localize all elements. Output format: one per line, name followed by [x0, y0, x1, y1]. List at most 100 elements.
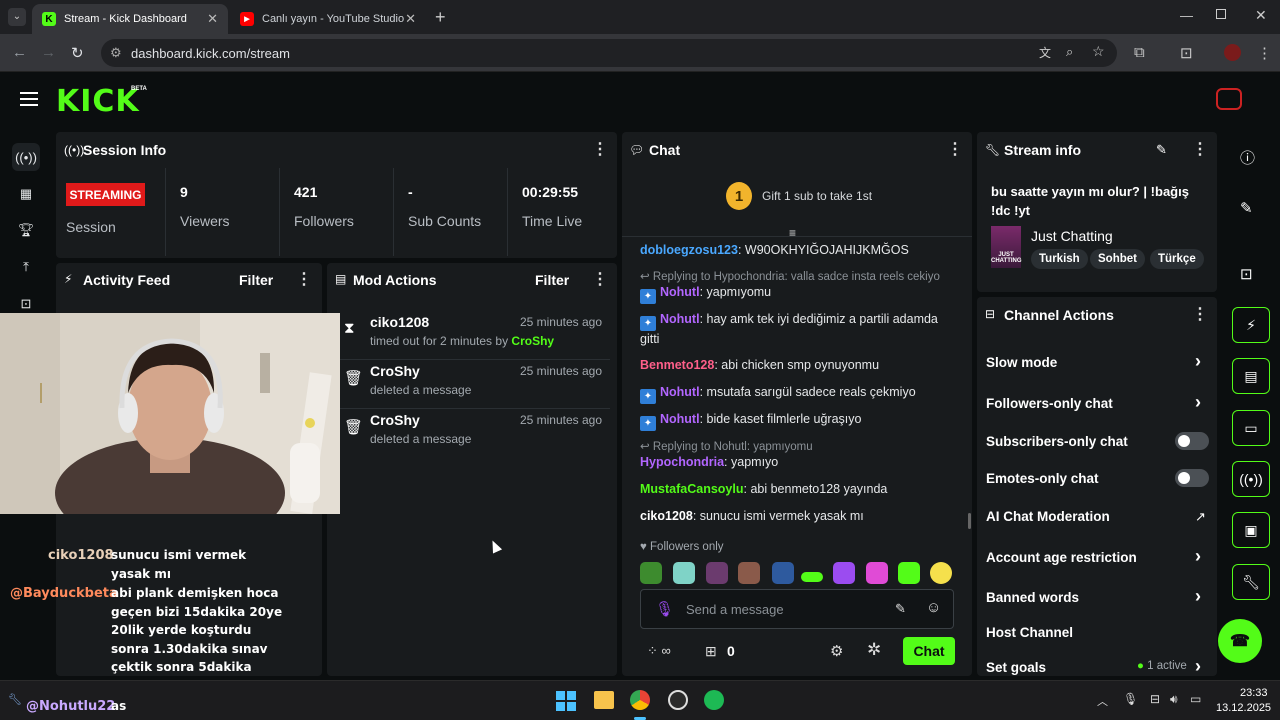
tab-kick-dashboard[interactable]: K Stream - Kick Dashboard ✕: [32, 4, 228, 34]
microphone-icon[interactable]: 🎙︎: [655, 600, 674, 618]
windows-start-icon[interactable]: [556, 691, 576, 711]
quick-action-video-icon[interactable]: ▣: [1232, 512, 1270, 548]
address-bar[interactable]: ⚙ dashboard.kick.com/stream 文 ⌕ ☆: [101, 39, 1117, 67]
kick-logo[interactable]: KICK: [56, 84, 140, 119]
gift-sub-banner[interactable]: 1 Gift 1 sub to take 1st: [726, 182, 872, 210]
slow-mode-action[interactable]: Slow mode: [986, 355, 1057, 370]
points-icon[interactable]: ⊞: [705, 643, 717, 660]
emote-face[interactable]: [673, 562, 695, 584]
mod-filter-button[interactable]: Filter: [535, 272, 569, 288]
mod-action-row[interactable]: 🗑︎ CroShy 25 minutes ago deleted a messa…: [340, 361, 610, 409]
minimize-icon[interactable]: —: [1180, 8, 1193, 23]
chat-message[interactable]: ciko1208: sunucu ismi vermek yasak mı: [640, 508, 960, 525]
chat-message[interactable]: ✦ Nohutl: bide kaset filmlerle uğraşıyo: [640, 411, 960, 431]
close-icon[interactable]: ✕: [405, 11, 416, 27]
stream-info-more-icon[interactable]: ⋮: [1192, 142, 1208, 158]
tab-youtube-studio[interactable]: ▶ Canlı yayın - YouTube Studio ✕: [230, 4, 426, 34]
emote-bars[interactable]: [801, 572, 823, 582]
chat-send-button[interactable]: Chat: [903, 637, 955, 665]
chevron-right-icon[interactable]: ›: [1195, 392, 1201, 413]
emote-man[interactable]: [738, 562, 760, 584]
translate-icon[interactable]: ✎: [895, 601, 906, 617]
profile-avatar[interactable]: [1224, 44, 1241, 61]
chat-message[interactable]: Hypochondria: yapmıyo: [640, 454, 960, 471]
emote-smile[interactable]: [930, 562, 952, 584]
category-name[interactable]: Just Chatting: [1031, 228, 1113, 244]
ai-moderation-action[interactable]: AI Chat Moderation: [986, 509, 1110, 524]
tab-search-button[interactable]: ⌄: [8, 8, 26, 26]
chevron-right-icon[interactable]: ›: [1195, 586, 1201, 607]
quick-action-document-icon[interactable]: ▤: [1232, 358, 1270, 394]
mic-tray-icon[interactable]: 🎙︎: [1123, 692, 1138, 706]
clock-time[interactable]: 23:33: [1240, 687, 1268, 699]
reload-icon[interactable]: ↻: [71, 44, 84, 62]
chat-message[interactable]: ✦ Nohutl: yapmıyomu: [640, 284, 960, 304]
quick-action-chat-icon[interactable]: ▭: [1232, 410, 1270, 446]
site-info-icon[interactable]: ⚙: [110, 45, 122, 61]
chat-message[interactable]: MustafaCansoylu: abi benmeto128 yayında: [640, 481, 960, 498]
wrench-tray-icon[interactable]: 🔧︎: [8, 693, 22, 706]
set-goals-action[interactable]: Set goals: [986, 660, 1046, 675]
chrome-icon[interactable]: [630, 690, 650, 710]
quick-action-wrench-icon[interactable]: 🔧︎: [1232, 564, 1270, 600]
file-explorer-icon[interactable]: [594, 691, 614, 709]
chat-message[interactable]: ✦ Nohutl: hay amk tek iyi dediğimiz a par…: [640, 311, 960, 348]
upload-nav-icon[interactable]: ⤒: [12, 253, 40, 281]
camera-icon[interactable]: ⊡: [1240, 265, 1253, 283]
activity-more-icon[interactable]: ⋮: [296, 272, 312, 288]
quick-action-lightning-icon[interactable]: ⚡︎: [1232, 307, 1270, 343]
support-chat-button[interactable]: ☎: [1218, 619, 1262, 663]
channel-actions-more-icon[interactable]: ⋮: [1192, 307, 1208, 323]
community-icon[interactable]: ⁘ ∞: [647, 643, 671, 659]
account-age-action[interactable]: Account age restriction: [986, 550, 1137, 565]
host-channel-action[interactable]: Host Channel: [986, 625, 1073, 640]
mod-more-icon[interactable]: ⋮: [592, 272, 608, 288]
emote-bow[interactable]: [833, 562, 855, 584]
edit-icon[interactable]: ✎: [1240, 199, 1253, 217]
user-avatar[interactable]: [1216, 88, 1242, 110]
forward-icon[interactable]: →: [41, 44, 56, 61]
followers-only-action[interactable]: Followers-only chat: [986, 396, 1113, 411]
banned-words-action[interactable]: Banned words: [986, 590, 1079, 605]
zoom-icon[interactable]: ⌕: [1066, 44, 1073, 60]
restore-icon[interactable]: [1216, 9, 1226, 19]
tray-chevron-icon[interactable]: ︿: [1097, 693, 1108, 709]
trophy-nav-icon[interactable]: 🏆︎: [12, 216, 40, 244]
mod-target-user[interactable]: CroShy: [370, 363, 420, 379]
chevron-right-icon[interactable]: ›: [1195, 546, 1201, 567]
chevron-right-icon[interactable]: ›: [1195, 351, 1201, 372]
translate-icon[interactable]: 文: [1039, 44, 1051, 61]
subscribers-only-toggle[interactable]: [1175, 432, 1209, 450]
close-icon[interactable]: ✕: [207, 11, 218, 27]
emote-girl[interactable]: [706, 562, 728, 584]
moderator-name[interactable]: CroShy: [511, 334, 554, 348]
chat-settings-icon[interactable]: ⚙: [830, 642, 843, 660]
chat-message[interactable]: ✦ Nohutl: msutafa sarıgül sadece reals çe…: [640, 384, 960, 404]
chat-message[interactable]: dobloegzosu123: W90OKHYIĞOJAHIJKMĞOS: [640, 242, 960, 259]
chat-input[interactable]: 🎙︎ Send a message ✎ ☺: [640, 589, 954, 629]
emote-hand[interactable]: [866, 562, 888, 584]
menu-icon[interactable]: ⋮: [1257, 44, 1272, 62]
puzzle-icon[interactable]: ✲: [867, 640, 881, 660]
hamburger-menu-icon[interactable]: [20, 92, 38, 106]
battery-icon[interactable]: ▭: [1190, 692, 1201, 706]
emotes-only-toggle[interactable]: [1175, 469, 1209, 487]
new-tab-button[interactable]: +: [435, 7, 446, 28]
spotify-icon[interactable]: [704, 690, 724, 710]
activity-filter-button[interactable]: Filter: [239, 272, 273, 288]
bookmark-star-icon[interactable]: ☆: [1092, 43, 1105, 60]
tag-chip[interactable]: Turkish: [1031, 249, 1088, 269]
mod-target-user[interactable]: CroShy: [370, 412, 420, 428]
chat-more-icon[interactable]: ⋮: [947, 142, 963, 158]
extensions-icon[interactable]: ⧉: [1134, 44, 1145, 61]
pinned-toggle-icon[interactable]: ≡: [789, 226, 796, 240]
clock-date[interactable]: 13.12.2025: [1216, 702, 1271, 714]
emoji-icon[interactable]: ☺: [926, 599, 941, 616]
stream-nav-icon[interactable]: ((•)): [12, 143, 40, 171]
chat-scrollbar[interactable]: [968, 513, 971, 529]
close-window-icon[interactable]: ✕: [1255, 7, 1267, 24]
screenshot-icon[interactable]: ⊡: [1180, 44, 1193, 62]
analytics-nav-icon[interactable]: ▦: [12, 180, 40, 208]
tag-chip[interactable]: Sohbet: [1090, 249, 1145, 269]
edit-pencil-icon[interactable]: ✎: [1156, 142, 1167, 158]
